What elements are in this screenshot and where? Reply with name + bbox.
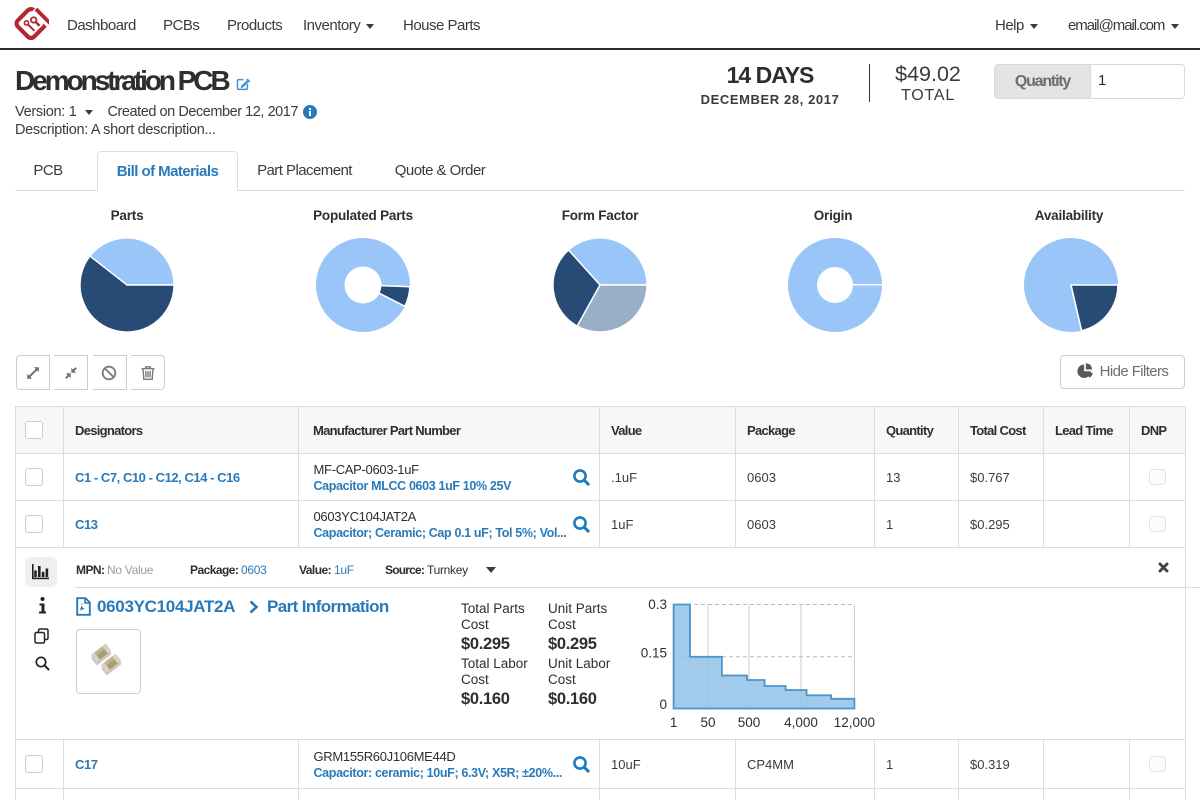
svg-text:50: 50 <box>700 715 715 730</box>
svg-text:4,000: 4,000 <box>784 715 818 730</box>
svg-text:0.3: 0.3 <box>648 597 667 612</box>
svg-text:1: 1 <box>670 715 678 730</box>
svg-text:0: 0 <box>659 697 667 712</box>
svg-text:500: 500 <box>738 715 761 730</box>
svg-text:12,000: 12,000 <box>834 715 875 730</box>
svg-text:0.15: 0.15 <box>641 646 667 661</box>
